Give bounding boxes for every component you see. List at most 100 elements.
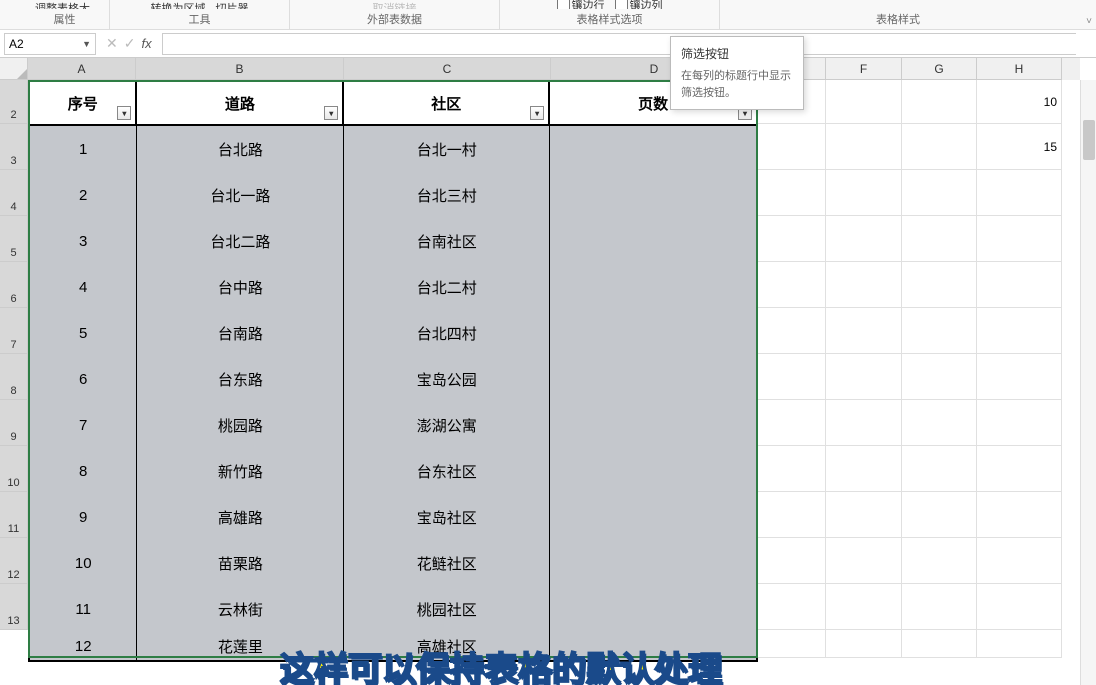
- table-cell[interactable]: 新竹路: [137, 448, 344, 494]
- table-cell[interactable]: [550, 310, 756, 356]
- cell-F13[interactable]: [826, 584, 902, 630]
- cell-E5[interactable]: [758, 216, 826, 262]
- table-cell[interactable]: [550, 126, 756, 172]
- cell-H13[interactable]: [977, 584, 1062, 630]
- cell-E12[interactable]: [758, 538, 826, 584]
- table-cell[interactable]: 5: [30, 310, 137, 356]
- table-cell[interactable]: 台北二村: [344, 264, 550, 310]
- table-cell[interactable]: 4: [30, 264, 137, 310]
- cell-E6[interactable]: [758, 262, 826, 308]
- cell-G9[interactable]: [902, 400, 977, 446]
- select-all-corner[interactable]: [0, 58, 28, 80]
- cell-G3[interactable]: [902, 124, 977, 170]
- row-header-12[interactable]: 12: [0, 538, 28, 584]
- table-cell[interactable]: [550, 264, 756, 310]
- row-header-3[interactable]: 3: [0, 124, 28, 170]
- table-cell[interactable]: [550, 494, 756, 540]
- scrollbar-thumb[interactable]: [1083, 120, 1095, 160]
- table-cell[interactable]: 1: [30, 126, 137, 172]
- table-cell[interactable]: 高雄路: [137, 494, 344, 540]
- fx-icon[interactable]: fx: [141, 36, 151, 51]
- table-cell[interactable]: 8: [30, 448, 137, 494]
- cell-G10[interactable]: [902, 446, 977, 492]
- chk-banded-rows[interactable]: 镶边行: [557, 0, 605, 9]
- cell-H9[interactable]: [977, 400, 1062, 446]
- cell-E10[interactable]: [758, 446, 826, 492]
- cell-F5[interactable]: [826, 216, 902, 262]
- table-cell[interactable]: 苗栗路: [137, 540, 344, 586]
- cell-G8[interactable]: [902, 354, 977, 400]
- cell-F6[interactable]: [826, 262, 902, 308]
- table-cell[interactable]: 桃园社区: [344, 586, 550, 632]
- cell-E7[interactable]: [758, 308, 826, 354]
- cell-G4[interactable]: [902, 170, 977, 216]
- cell-E3[interactable]: [758, 124, 826, 170]
- cell-Fundefined[interactable]: [826, 630, 902, 658]
- cell-H8[interactable]: [977, 354, 1062, 400]
- table-cell[interactable]: [550, 540, 756, 586]
- table-cell[interactable]: 10: [30, 540, 137, 586]
- cell-H4[interactable]: [977, 170, 1062, 216]
- row-header-6[interactable]: 6: [0, 262, 28, 308]
- table-header-1[interactable]: 道路▾: [137, 82, 344, 124]
- chk-banded-cols[interactable]: 镶边列: [615, 0, 663, 9]
- cell-G2[interactable]: [902, 80, 977, 124]
- cell-F12[interactable]: [826, 538, 902, 584]
- table-cell[interactable]: 台北一村: [344, 126, 550, 172]
- cell-H2[interactable]: 10: [977, 80, 1062, 124]
- cell-E8[interactable]: [758, 354, 826, 400]
- table-cell[interactable]: 澎湖公寓: [344, 402, 550, 448]
- cancel-icon[interactable]: ✕: [106, 35, 118, 52]
- cell-G6[interactable]: [902, 262, 977, 308]
- table-cell[interactable]: 花鲢社区: [344, 540, 550, 586]
- table-cell[interactable]: 台东路: [137, 356, 344, 402]
- filter-button-icon[interactable]: ▾: [530, 106, 544, 120]
- cell-H5[interactable]: [977, 216, 1062, 262]
- cell-E4[interactable]: [758, 170, 826, 216]
- table-cell[interactable]: 7: [30, 402, 137, 448]
- table-cell[interactable]: 桃园路: [137, 402, 344, 448]
- cell-G12[interactable]: [902, 538, 977, 584]
- table-cell[interactable]: 台南社区: [344, 218, 550, 264]
- col-header-H[interactable]: H: [977, 58, 1062, 80]
- cell-E13[interactable]: [758, 584, 826, 630]
- table-cell[interactable]: [550, 218, 756, 264]
- cell-F7[interactable]: [826, 308, 902, 354]
- cell-H10[interactable]: [977, 446, 1062, 492]
- table-cell[interactable]: 2: [30, 172, 137, 218]
- enter-icon[interactable]: ✓: [124, 35, 136, 52]
- table-cell[interactable]: 宝岛公园: [344, 356, 550, 402]
- cell-E11[interactable]: [758, 492, 826, 538]
- table-cell[interactable]: 台中路: [137, 264, 344, 310]
- table-header-2[interactable]: 社区▾: [344, 82, 550, 124]
- filter-button-icon[interactable]: ▾: [117, 106, 131, 120]
- name-box-dropdown-icon[interactable]: ▼: [82, 39, 91, 49]
- cell-G11[interactable]: [902, 492, 977, 538]
- table-cell[interactable]: 台北二路: [137, 218, 344, 264]
- cell-F10[interactable]: [826, 446, 902, 492]
- table-cell[interactable]: 云林街: [137, 586, 344, 632]
- table-cell[interactable]: 台北三村: [344, 172, 550, 218]
- filter-button-icon[interactable]: ▾: [324, 106, 338, 120]
- col-header-C[interactable]: C: [344, 58, 551, 80]
- cell-F4[interactable]: [826, 170, 902, 216]
- table-cell[interactable]: 6: [30, 356, 137, 402]
- cell-F2[interactable]: [826, 80, 902, 124]
- ribbon-btn-convert[interactable]: 转换为区域: [151, 0, 206, 9]
- cell-H7[interactable]: [977, 308, 1062, 354]
- table-cell[interactable]: [550, 586, 756, 632]
- vertical-scrollbar[interactable]: [1080, 80, 1096, 685]
- cell-F9[interactable]: [826, 400, 902, 446]
- row-header-11[interactable]: 11: [0, 492, 28, 538]
- table-cell[interactable]: 3: [30, 218, 137, 264]
- table-cell[interactable]: 宝岛社区: [344, 494, 550, 540]
- row-header-2[interactable]: 2: [0, 80, 28, 124]
- table-cell[interactable]: 11: [30, 586, 137, 632]
- ribbon-btn-slicer[interactable]: 切片器: [216, 0, 249, 9]
- table-cell[interactable]: 9: [30, 494, 137, 540]
- table-cell[interactable]: [550, 448, 756, 494]
- table-cell[interactable]: 12: [30, 632, 137, 660]
- cell-F8[interactable]: [826, 354, 902, 400]
- row-header-13[interactable]: 13: [0, 584, 28, 630]
- table-cell[interactable]: 台北路: [137, 126, 344, 172]
